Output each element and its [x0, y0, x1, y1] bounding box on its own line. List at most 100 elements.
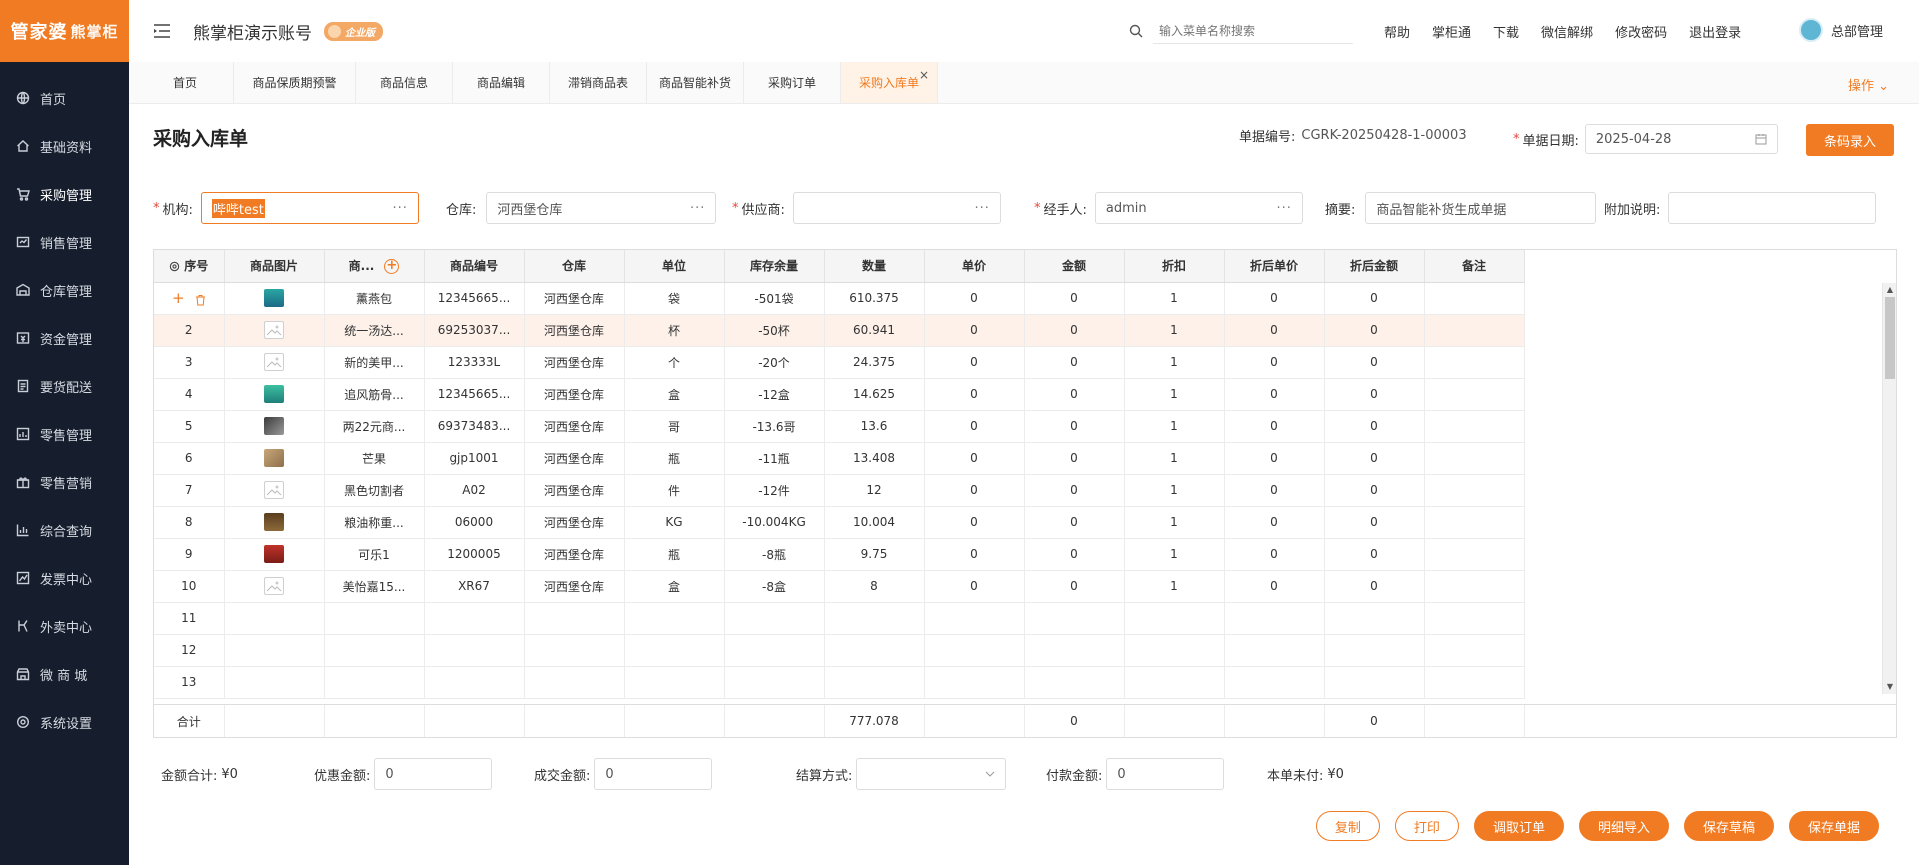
- column-header-label[interactable]: 商品图片: [250, 259, 298, 273]
- globe-icon[interactable]: [16, 91, 30, 105]
- column-header[interactable]: 折后金额: [1324, 250, 1425, 283]
- sidebar-item[interactable]: 发票中心: [0, 554, 129, 602]
- seq-cell[interactable]: 7: [154, 474, 225, 507]
- empty-cell[interactable]: [1024, 602, 1125, 635]
- column-header-label[interactable]: 序号: [184, 259, 208, 273]
- cell-price[interactable]: 0: [924, 346, 1025, 379]
- cell-name[interactable]: 芒果: [324, 442, 425, 475]
- empty-cell[interactable]: [1124, 666, 1225, 699]
- cell-code[interactable]: 123333L: [424, 346, 525, 379]
- sidebar-item-label[interactable]: 发票中心: [40, 569, 92, 588]
- cell-discount[interactable]: 1: [1124, 442, 1225, 475]
- cell-unit[interactable]: 盒: [624, 570, 725, 603]
- shop-icon[interactable]: [16, 667, 30, 681]
- column-header-label[interactable]: 单价: [962, 259, 986, 273]
- payment-amount-input[interactable]: 0: [1106, 758, 1225, 790]
- doc-date-value[interactable]: 2025-04-28: [1596, 132, 1672, 147]
- sidebar-item[interactable]: 资金管理: [0, 314, 129, 362]
- cell-amount[interactable]: 0: [1024, 346, 1125, 379]
- cell-amount[interactable]: 0: [1024, 506, 1125, 539]
- add-row-icon[interactable]: +: [172, 289, 185, 307]
- cell-stock[interactable]: -20个: [724, 346, 825, 379]
- cell-price[interactable]: 0: [924, 410, 1025, 443]
- takeaway-icon[interactable]: [16, 619, 30, 633]
- more-icon[interactable]: ···: [392, 201, 407, 216]
- cell-code[interactable]: gjp1001: [424, 442, 525, 475]
- line-chart-icon[interactable]: [16, 571, 30, 585]
- seq-cell[interactable]: 2: [154, 314, 225, 347]
- cell-dprice[interactable]: 0: [1224, 570, 1325, 603]
- sidebar-item-label[interactable]: 微 商 城: [40, 665, 87, 684]
- more-icon[interactable]: ···: [974, 201, 989, 216]
- menu-toggle-icon[interactable]: [153, 24, 171, 38]
- summary-input[interactable]: 商品智能补货生成单据: [1365, 192, 1597, 224]
- cell-damount[interactable]: 0: [1324, 314, 1425, 347]
- table-row[interactable]: 9 可乐1 1200005 河西堡仓库瓶 -8瓶 9.75 0 0 1 0 0: [154, 538, 1525, 571]
- handler-value[interactable]: admin: [1106, 201, 1147, 216]
- cell-unit[interactable]: 瓶: [624, 538, 725, 571]
- cell-code[interactable]: 12345665...: [424, 282, 525, 315]
- gift-icon[interactable]: [16, 475, 30, 489]
- cell-note[interactable]: [1424, 538, 1525, 571]
- sidebar-item[interactable]: 综合查询: [0, 506, 129, 554]
- cell-stock[interactable]: -10.004KG: [724, 506, 825, 539]
- cell-name[interactable]: 美怡嘉15...: [324, 570, 425, 603]
- seq-cell[interactable]: 9: [154, 538, 225, 571]
- tab[interactable]: 滞销商品表: [550, 62, 647, 103]
- gear-icon[interactable]: [16, 715, 30, 729]
- tab-label[interactable]: 滞销商品表: [568, 74, 628, 91]
- deal-amount-value[interactable]: 0: [605, 767, 613, 782]
- save-draft-button[interactable]: 保存草稿: [1683, 811, 1774, 841]
- empty-cell[interactable]: [1324, 602, 1425, 635]
- empty-cell[interactable]: [824, 602, 925, 635]
- empty-cell[interactable]: [824, 666, 925, 699]
- scroll-up-icon[interactable]: ▲: [1883, 283, 1897, 297]
- cell-damount[interactable]: 0: [1324, 538, 1425, 571]
- image-placeholder-icon[interactable]: [264, 321, 284, 339]
- tab[interactable]: 首页: [137, 62, 234, 103]
- payment-amount-value[interactable]: 0: [1117, 767, 1125, 782]
- cell-amount[interactable]: 0: [1024, 410, 1125, 443]
- cell-damount[interactable]: 0: [1324, 442, 1425, 475]
- empty-cell[interactable]: [1024, 634, 1125, 667]
- cell-code[interactable]: A02: [424, 474, 525, 507]
- image-cell[interactable]: [224, 282, 325, 315]
- supplier-input[interactable]: ···: [792, 192, 1001, 224]
- cell-discount[interactable]: 1: [1124, 410, 1225, 443]
- cell-unit[interactable]: 袋: [624, 282, 725, 315]
- column-header[interactable]: 折后单价: [1224, 250, 1325, 283]
- tab[interactable]: 商品智能补货: [647, 62, 744, 103]
- cell-damount[interactable]: 0: [1324, 378, 1425, 411]
- chart-icon[interactable]: [16, 427, 30, 441]
- empty-cell[interactable]: [224, 602, 325, 635]
- cell-code[interactable]: 69373483...: [424, 410, 525, 443]
- sidebar-item[interactable]: 销售管理: [0, 218, 129, 266]
- cell-qty[interactable]: 24.375: [824, 346, 925, 379]
- column-header-label[interactable]: 库存余量: [750, 259, 798, 273]
- empty-cell[interactable]: [1224, 634, 1325, 667]
- doc-date-picker[interactable]: 2025-04-28: [1584, 124, 1778, 154]
- cell-dprice[interactable]: 0: [1224, 538, 1325, 571]
- empty-cell[interactable]: [624, 666, 725, 699]
- cell-note[interactable]: [1424, 570, 1525, 603]
- column-header[interactable]: 金额: [1024, 250, 1125, 283]
- cell-damount[interactable]: 0: [1324, 506, 1425, 539]
- operations-menu[interactable]: 操作 ⌄: [1848, 75, 1889, 94]
- sidebar-item[interactable]: 仓库管理: [0, 266, 129, 314]
- scroll-down-icon[interactable]: ▼: [1883, 680, 1897, 694]
- empty-cell[interactable]: [1324, 634, 1425, 667]
- cell-dprice[interactable]: 0: [1224, 474, 1325, 507]
- empty-cell[interactable]: [824, 634, 925, 667]
- empty-cell[interactable]: [424, 634, 525, 667]
- tab[interactable]: 采购订单: [744, 62, 841, 103]
- column-header[interactable]: 商... +: [324, 250, 425, 283]
- tab[interactable]: 商品编辑: [453, 62, 550, 103]
- document-icon[interactable]: [16, 379, 30, 393]
- calendar-icon[interactable]: [1755, 133, 1767, 145]
- image-cell[interactable]: [224, 442, 325, 475]
- cell-amount[interactable]: 0: [1024, 570, 1125, 603]
- empty-cell[interactable]: [1224, 602, 1325, 635]
- column-header[interactable]: 单位: [624, 250, 725, 283]
- empty-cell[interactable]: [924, 634, 1025, 667]
- cell-wh[interactable]: 河西堡仓库: [524, 346, 625, 379]
